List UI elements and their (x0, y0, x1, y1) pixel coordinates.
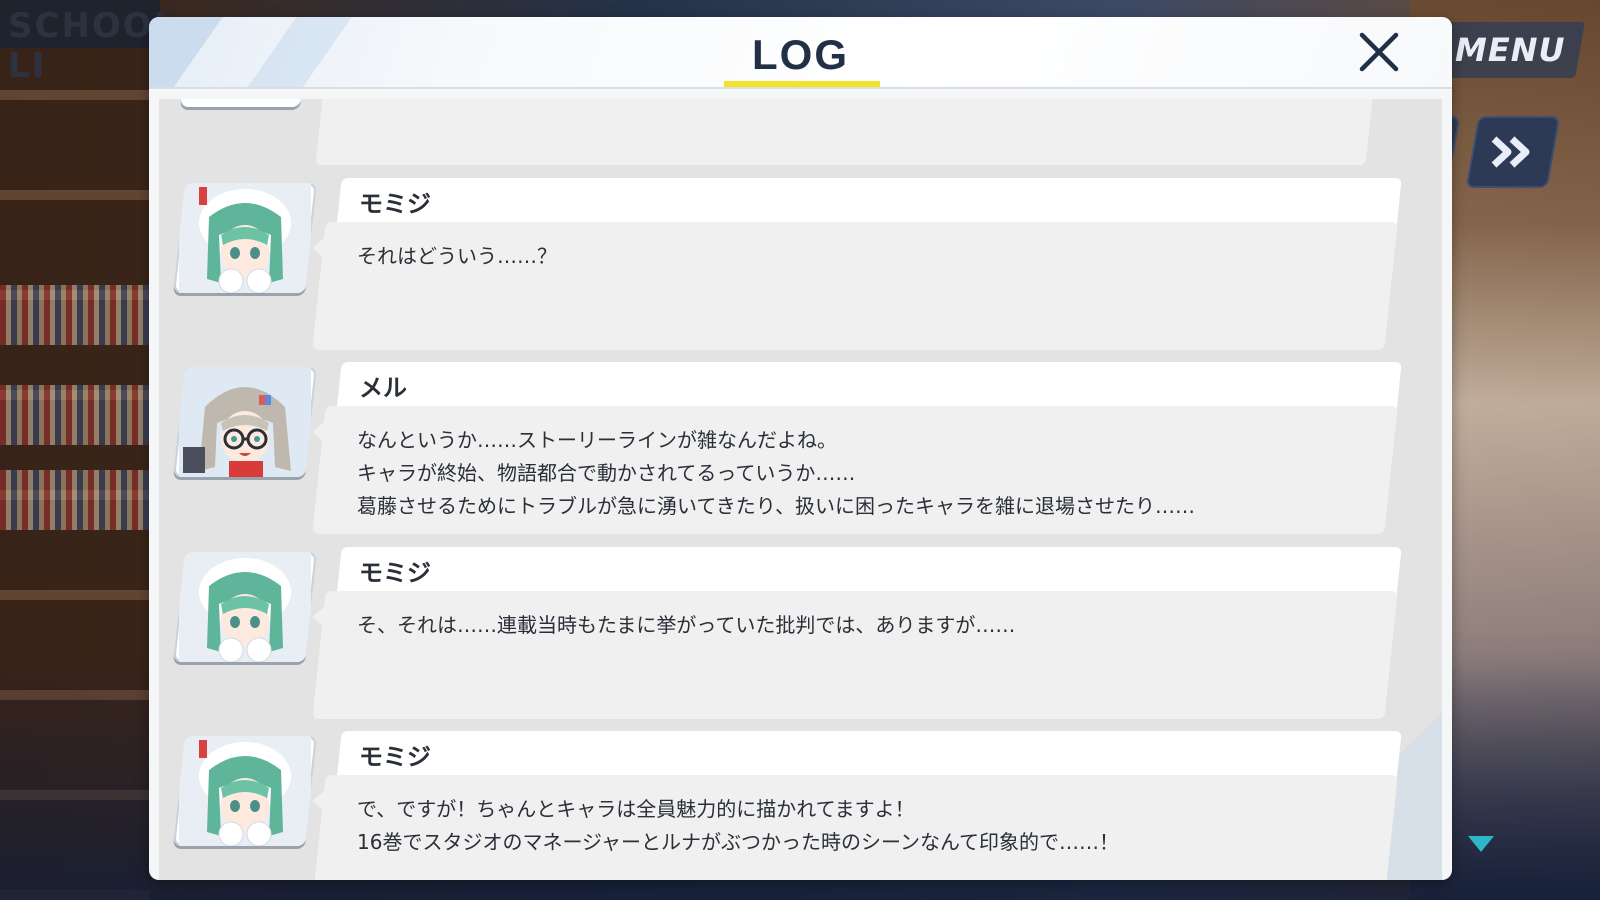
log-list[interactable]: モミジ それはどういう……？ メル なんというか……ストーリーラインが雑なんだよ… (159, 99, 1442, 880)
dialogue-line: で、ですが！ちゃんとキャラは全員魅力的に描かれてますよ！ (357, 797, 915, 821)
log-entry: モミジ それはどういう……？ (159, 178, 1442, 356)
close-icon[interactable] (1354, 27, 1404, 77)
fast-forward-icon (1491, 136, 1530, 168)
speaker-name: モミジ (359, 190, 431, 218)
speaker-name: モミジ (359, 559, 431, 587)
log-entry: モミジ で、ですが！ちゃんとキャラは全員魅力的に描かれてますよ！ 16巻でスタジ… (159, 731, 1442, 880)
log-entry: モミジ そ、それは……連載当時もたまに挙がっていた批判では、ありますが…… (159, 547, 1442, 725)
avatar-meru (173, 367, 317, 477)
log-window: LOG モミジ それはどういう……？ メル なんというか……ストーリーラインが雑… (149, 17, 1452, 880)
dialogue-line: 葛藤させるためにトラブルが急に湧いてきたり、扱いに困ったキャラを雑に退場させたり… (357, 494, 1195, 518)
menu-label: MENU (1454, 31, 1566, 69)
log-header: LOG (149, 17, 1452, 87)
log-entry: メル なんというか……ストーリーラインが雑なんだよね。 キャラが終始、物語都合で… (159, 362, 1442, 540)
header-divider (149, 87, 1452, 89)
dialogue-line: それはどういう……？ (357, 244, 557, 268)
log-title: LOG (752, 31, 849, 78)
dialogue-line: そ、それは……連載当時もたまに挙がっていた批判では、ありますが…… (357, 613, 1016, 637)
fast-forward-button[interactable] (1465, 116, 1561, 188)
background-sign: SCHOOL LI (0, 0, 175, 86)
menu-button[interactable]: MENU (1435, 22, 1585, 78)
avatar-momiji (173, 183, 317, 293)
avatar-momiji (173, 552, 317, 662)
speaker-name: メル (359, 374, 407, 402)
dialogue-line: 16巻でスタジオのマネージャーとルナがぶつかった時のシーンなんて印象的で……！ (357, 830, 1120, 854)
avatar-partial (180, 99, 302, 107)
avatar-momiji (173, 736, 317, 846)
log-entry-partial-bubble (315, 99, 1373, 165)
dialogue-line: キャラが終始、物語都合で動かされてるっていうか…… (357, 461, 856, 485)
background-books (0, 470, 150, 530)
background-books (0, 385, 150, 445)
speaker-name: モミジ (359, 743, 431, 771)
background-books (0, 285, 150, 345)
scroll-down-arrow-icon[interactable] (1468, 836, 1494, 854)
dialogue-line: なんというか……ストーリーラインが雑なんだよね。 (357, 428, 837, 452)
